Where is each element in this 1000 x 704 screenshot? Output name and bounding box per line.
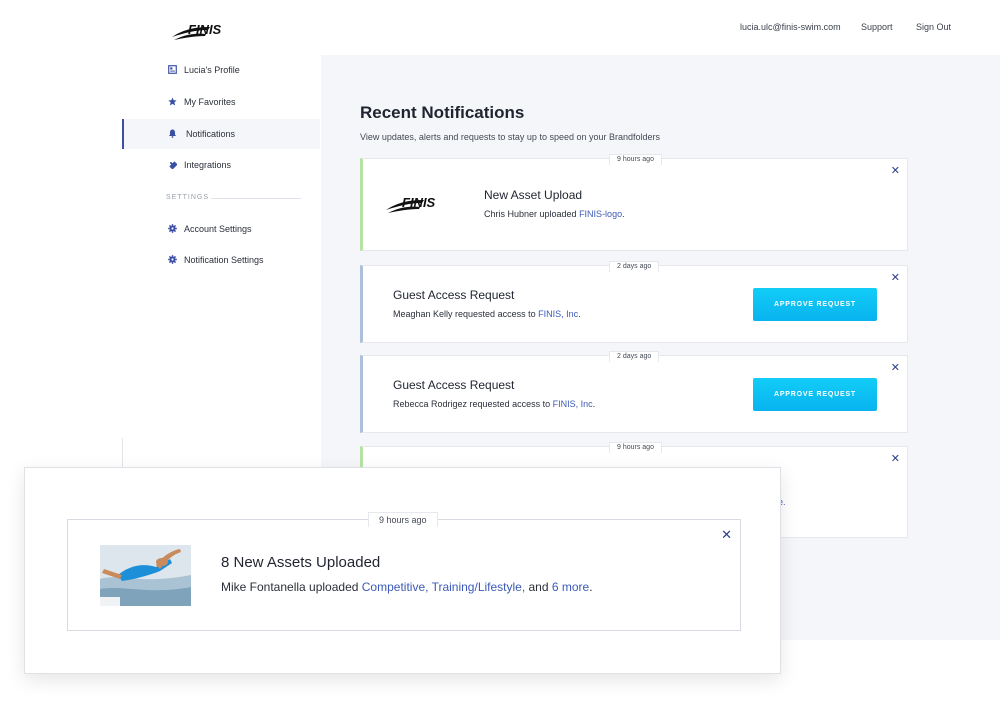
finis-logo[interactable]: FINIS xyxy=(170,19,250,43)
page-subtitle: View updates, alerts and requests to sta… xyxy=(360,132,661,142)
notification-card-guest-request: 2 days ago ✕ Guest Access Request Meagha… xyxy=(360,261,908,343)
notification-body: Meaghan Kelly requested access to FINIS,… xyxy=(393,309,581,319)
body-punctuation: . xyxy=(622,209,625,219)
brandfolder-link[interactable]: FINIS, Inc xyxy=(553,399,593,409)
brandfolder-link[interactable]: FINIS, Inc xyxy=(538,309,578,319)
sidebar-item-label: Notifications xyxy=(186,129,236,139)
approve-request-button[interactable]: APPROVE REQUEST xyxy=(753,378,877,411)
body-text: Rebecca Rodrigez requested access to xyxy=(393,399,553,409)
sidebar: Lucia's Profile My Favorites Notificatio… xyxy=(122,55,320,467)
notification-title: Guest Access Request xyxy=(393,288,515,302)
notification-title: New Asset Upload xyxy=(484,188,583,202)
notification-body: Chris Hubner uploaded FINIS-logo. xyxy=(484,209,625,219)
puzzle-icon xyxy=(169,161,177,169)
sidebar-item-notifications[interactable]: Notifications xyxy=(122,119,320,149)
sidebar-item-label: My Favorites xyxy=(184,97,236,107)
support-link[interactable]: Support xyxy=(861,22,893,32)
body-text: Meaghan Kelly requested access to xyxy=(393,309,539,319)
body-punctuation: . xyxy=(578,309,581,319)
sidebar-item-label: Integrations xyxy=(184,160,232,170)
close-icon[interactable]: ✕ xyxy=(891,454,900,465)
notification-body: Mike Fontanella uploaded Competitive, Tr… xyxy=(221,580,593,594)
swimmer-thumbnail[interactable] xyxy=(100,545,191,606)
settings-divider xyxy=(211,198,301,199)
notification-card-asset-upload: 9 hours ago ✕ FINIS New Asset Upload Chr… xyxy=(360,154,908,251)
sidebar-item-profile[interactable]: Lucia's Profile xyxy=(122,55,320,85)
asset-link[interactable]: FINIS-logo xyxy=(579,209,622,219)
featured-notification-overlay: 9 hours ago ✕ 8 New Assets Uploaded Mike… xyxy=(24,467,781,674)
bell-icon xyxy=(168,129,177,138)
profile-icon xyxy=(168,65,177,74)
notification-timestamp: 2 days ago xyxy=(609,351,660,362)
finis-asset-thumbnail[interactable]: FINIS xyxy=(384,193,464,215)
notification-timestamp: 2 days ago xyxy=(609,261,660,272)
sign-out-link[interactable]: Sign Out xyxy=(916,22,951,32)
sidebar-item-label: Account Settings xyxy=(184,224,252,234)
close-icon[interactable]: ✕ xyxy=(891,166,900,177)
body-punctuation: . xyxy=(592,399,596,409)
close-icon[interactable]: ✕ xyxy=(721,528,732,541)
notification-card-featured: 9 hours ago ✕ 8 New Assets Uploaded Mike… xyxy=(67,512,741,631)
gear-icon xyxy=(168,255,177,264)
swimmer-illustration xyxy=(100,545,191,606)
brand-wordmark: FINIS xyxy=(188,22,222,37)
sidebar-item-label: Notification Settings xyxy=(184,255,264,265)
sidebar-border xyxy=(122,438,123,468)
body-text: Mike Fontanella uploaded xyxy=(221,580,362,594)
star-icon xyxy=(168,97,177,106)
notification-timestamp: 9 hours ago xyxy=(609,442,662,453)
notification-timestamp: 9 hours ago xyxy=(609,154,662,165)
close-icon[interactable]: ✕ xyxy=(891,363,900,374)
notification-title: Guest Access Request xyxy=(393,378,515,392)
sidebar-item-favorites[interactable]: My Favorites xyxy=(122,87,320,117)
close-icon[interactable]: ✕ xyxy=(891,273,900,284)
notification-timestamp: 9 hours ago xyxy=(368,512,438,527)
notification-card-guest-request: 2 days ago ✕ Guest Access Request Rebecc… xyxy=(360,351,908,433)
gear-icon xyxy=(168,224,177,233)
approve-request-button[interactable]: APPROVE REQUEST xyxy=(753,288,877,321)
body-punctuation: . xyxy=(589,580,593,594)
settings-heading: SETTINGS xyxy=(166,194,210,201)
body-text: and xyxy=(525,580,552,594)
collections-link[interactable]: Competitive, Training/Lifestyle, xyxy=(362,580,525,594)
more-assets-link[interactable]: 6 more xyxy=(552,580,589,594)
asset-wordmark: FINIS xyxy=(402,195,436,210)
sidebar-item-notification-settings[interactable]: Notification Settings xyxy=(122,245,320,275)
sidebar-item-integrations[interactable]: Integrations xyxy=(122,150,320,180)
notification-title: 8 New Assets Uploaded xyxy=(221,554,381,571)
user-email-link[interactable]: lucia.ulc@finis-swim.com xyxy=(740,22,841,32)
page-title: Recent Notifications xyxy=(360,103,525,122)
sidebar-item-account-settings[interactable]: Account Settings xyxy=(122,214,320,244)
body-text: Chris Hubner uploaded xyxy=(484,209,580,219)
notification-body: Rebecca Rodrigez requested access to FIN… xyxy=(393,399,595,409)
sidebar-item-label: Lucia's Profile xyxy=(184,65,240,75)
